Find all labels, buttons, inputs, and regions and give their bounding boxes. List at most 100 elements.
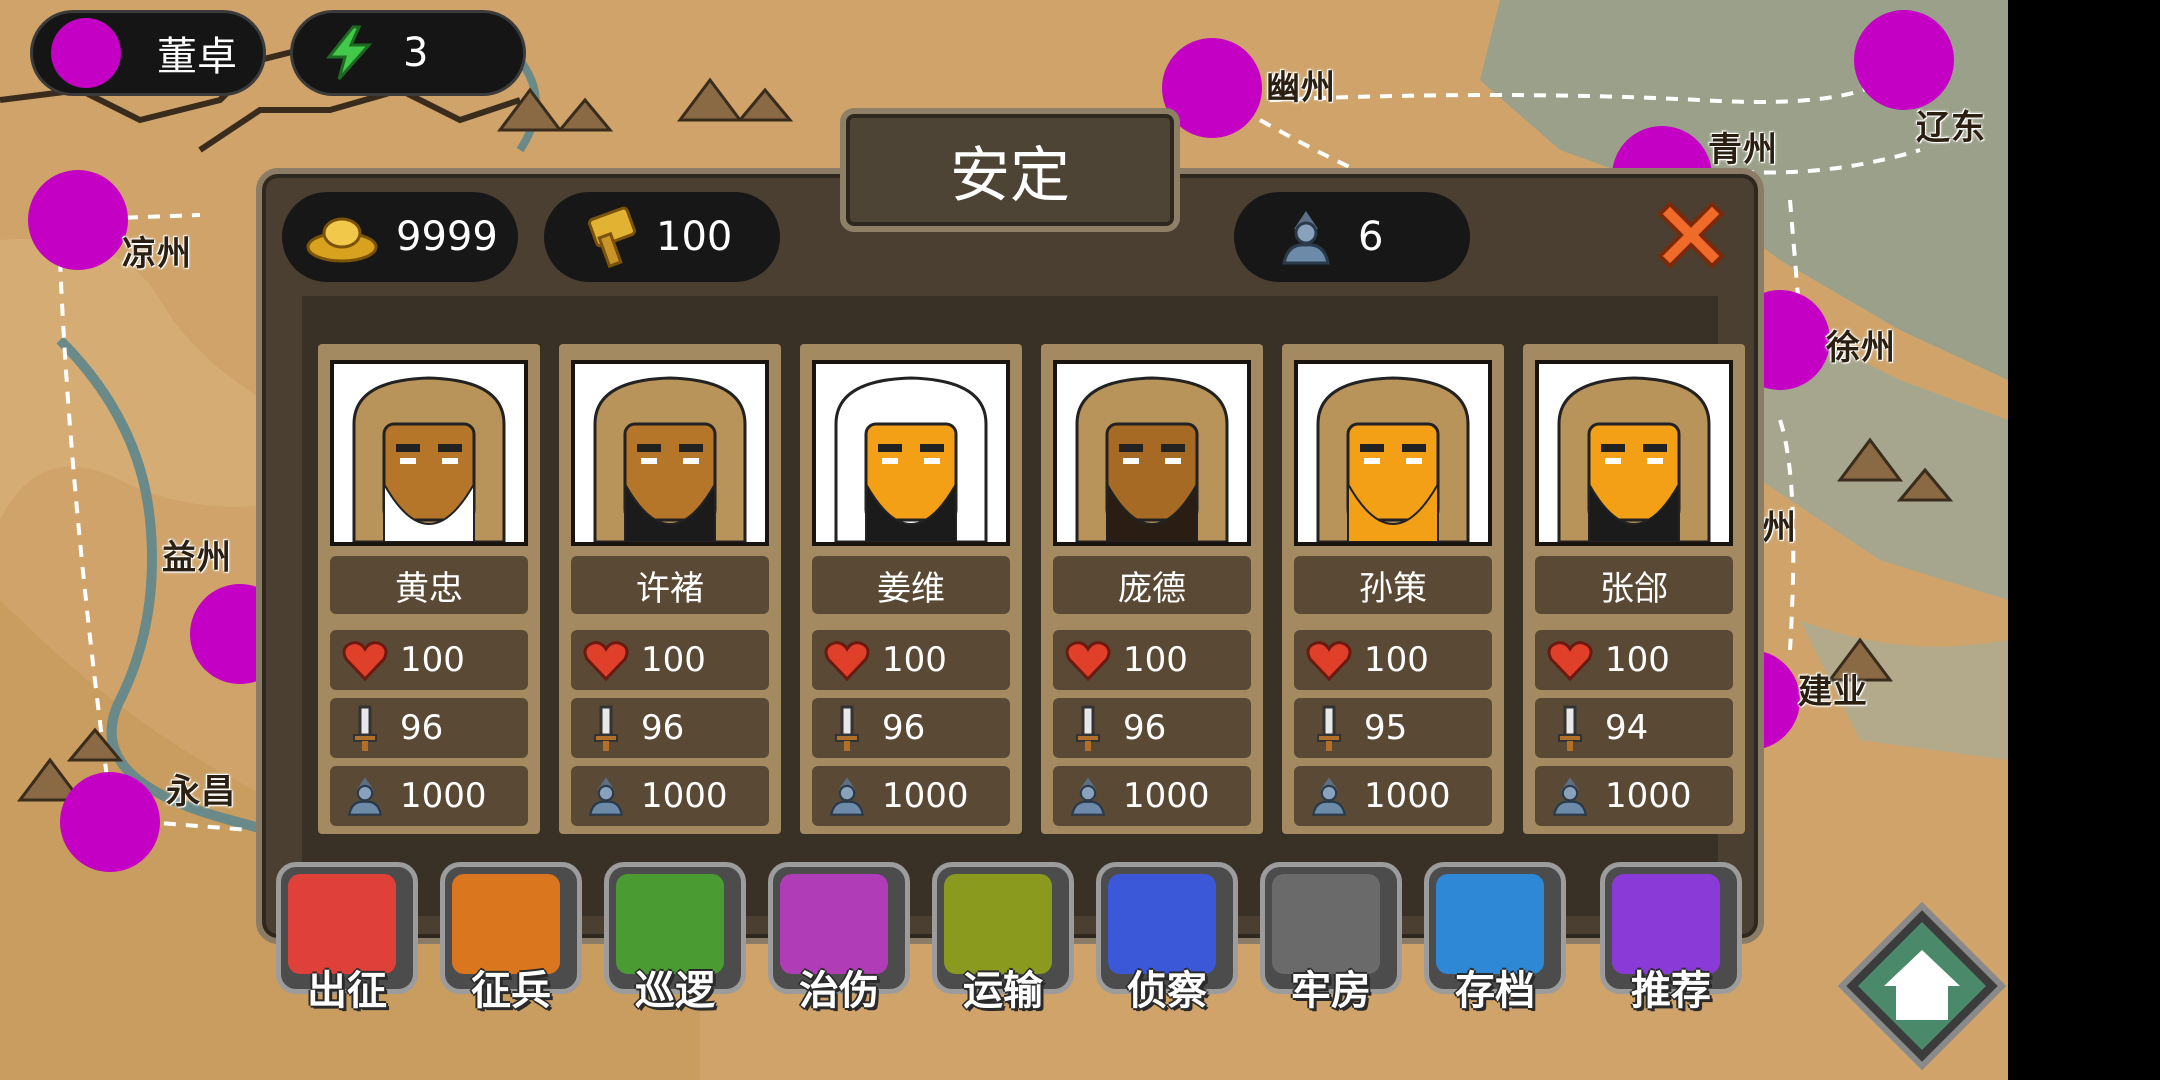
city-label: 州 (1762, 508, 1797, 548)
attack-value: 96 (1123, 708, 1167, 748)
hp-value: 100 (400, 640, 465, 680)
general-card[interactable]: 姜维 100 96 1000 (800, 344, 1022, 834)
city-marker[interactable] (60, 772, 160, 872)
game-stage: 幽州 辽东 青州 凉州 徐州 益州 州 建业 永昌 董卓 3 9999 100 … (0, 0, 2008, 1080)
hp-stat: 100 (571, 630, 769, 690)
city-label: 建业 (1798, 672, 1868, 712)
gold-value: 9999 (396, 214, 498, 260)
heart-icon (1053, 630, 1123, 690)
heart-icon (330, 630, 400, 690)
action-label: 运输 (963, 968, 1043, 1014)
sword-icon (812, 698, 882, 758)
city-marker[interactable] (1854, 10, 1954, 110)
attack-stat: 96 (812, 698, 1010, 758)
action-button-3[interactable]: 治伤 (768, 862, 910, 1014)
city-label: 辽东 (1916, 108, 1986, 148)
soldiers-value: 1000 (1123, 776, 1210, 816)
hp-stat: 100 (812, 630, 1010, 690)
soldiers-value: 1000 (882, 776, 969, 816)
general-portrait (1053, 360, 1251, 546)
heart-icon (812, 630, 882, 690)
food-counter: 100 (544, 192, 780, 282)
action-button-2[interactable]: 巡逻 (604, 862, 746, 1014)
soldier-icon (1294, 766, 1364, 826)
soldiers-value: 1000 (1605, 776, 1692, 816)
general-card[interactable]: 庞德 100 96 1000 (1041, 344, 1263, 834)
general-card[interactable]: 黄忠 100 96 1000 (318, 344, 540, 834)
attack-stat: 94 (1535, 698, 1733, 758)
general-card[interactable]: 许褚 100 96 1000 (559, 344, 781, 834)
lightning-icon (319, 23, 379, 83)
faction-badge[interactable]: 董卓 (30, 10, 266, 96)
city-title-plaque: 安定 (840, 108, 1180, 232)
soldiers-stat: 1000 (812, 766, 1010, 826)
sword-icon (1053, 698, 1123, 758)
action-button-7[interactable]: 存档 (1424, 862, 1566, 1014)
attack-value: 95 (1364, 708, 1408, 748)
faction-color-dot (51, 18, 121, 88)
attack-value: 94 (1605, 708, 1649, 748)
general-portrait (330, 360, 528, 546)
action-label: 推荐 (1631, 968, 1711, 1014)
heart-icon (571, 630, 641, 690)
home-button[interactable] (1836, 900, 2008, 1072)
action-button-8[interactable]: 推荐 (1600, 862, 1742, 1014)
troops-counter: 6 (1234, 192, 1470, 282)
general-portrait (1535, 360, 1733, 546)
city-label: 益州 (162, 538, 232, 578)
sword-icon (1535, 698, 1605, 758)
home-icon (1837, 901, 2007, 1071)
heart-icon (1535, 630, 1605, 690)
general-portrait (1294, 360, 1492, 546)
general-name: 黄忠 (330, 556, 528, 614)
action-button-6[interactable]: 牢房 (1260, 862, 1402, 1014)
faction-name: 董卓 (157, 34, 237, 80)
close-button[interactable] (1646, 190, 1736, 280)
attack-stat: 96 (571, 698, 769, 758)
soldier-icon (1274, 205, 1338, 269)
general-name: 孙策 (1294, 556, 1492, 614)
general-name: 张郃 (1535, 556, 1733, 614)
hp-value: 100 (882, 640, 947, 680)
soldiers-value: 1000 (641, 776, 728, 816)
city-label: 永昌 (166, 772, 236, 812)
hammer-icon (582, 205, 646, 269)
city-title: 安定 (950, 140, 1070, 211)
attack-stat: 96 (330, 698, 528, 758)
attack-stat: 96 (1053, 698, 1251, 758)
city-label: 幽州 (1266, 68, 1336, 108)
action-button-1[interactable]: 征兵 (440, 862, 582, 1014)
hp-stat: 100 (1294, 630, 1492, 690)
general-name: 姜维 (812, 556, 1010, 614)
city-label: 青州 (1708, 130, 1778, 170)
action-button-0[interactable]: 出征 (276, 862, 418, 1014)
energy-counter[interactable]: 3 (290, 10, 526, 96)
hp-value: 100 (1123, 640, 1188, 680)
action-button-4[interactable]: 运输 (932, 862, 1074, 1014)
general-card[interactable]: 张郃 100 94 1000 (1523, 344, 1745, 834)
soldier-icon (571, 766, 641, 826)
sword-icon (1294, 698, 1364, 758)
action-label: 牢房 (1291, 968, 1371, 1014)
city-marker[interactable] (28, 170, 128, 270)
energy-value: 3 (403, 30, 429, 76)
close-icon (1657, 201, 1725, 269)
hp-stat: 100 (1535, 630, 1733, 690)
action-label: 侦察 (1127, 968, 1207, 1014)
gold-ingot-icon (302, 207, 382, 267)
soldier-icon (1053, 766, 1123, 826)
general-name: 庞德 (1053, 556, 1251, 614)
action-label: 征兵 (471, 968, 551, 1014)
general-portrait (812, 360, 1010, 546)
sword-icon (330, 698, 400, 758)
action-label: 存档 (1455, 968, 1535, 1014)
general-card[interactable]: 孙策 100 95 1000 (1282, 344, 1504, 834)
screen-edge-bar (2008, 0, 2160, 1080)
hp-value: 100 (1605, 640, 1670, 680)
action-button-5[interactable]: 侦察 (1096, 862, 1238, 1014)
hp-stat: 100 (1053, 630, 1251, 690)
soldiers-stat: 1000 (1535, 766, 1733, 826)
soldiers-stat: 1000 (1294, 766, 1492, 826)
general-portrait (571, 360, 769, 546)
soldiers-value: 1000 (400, 776, 487, 816)
